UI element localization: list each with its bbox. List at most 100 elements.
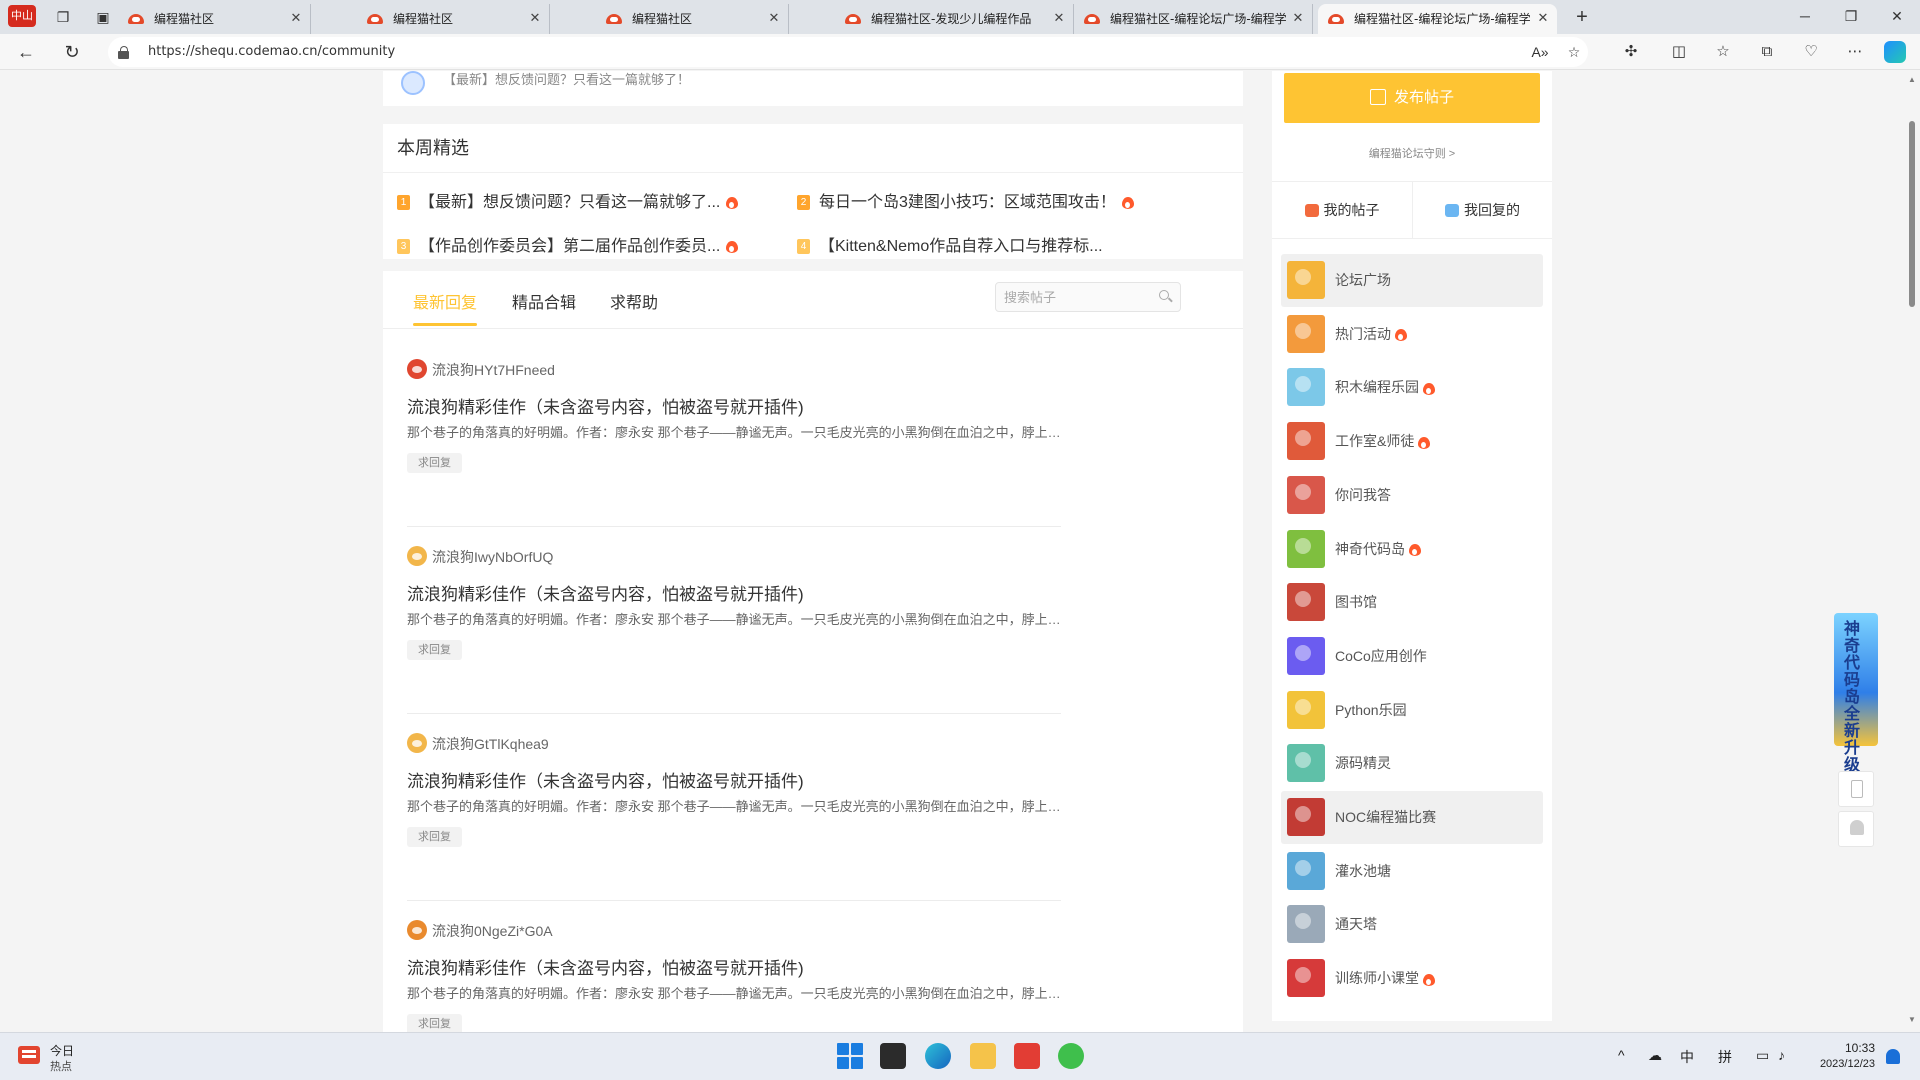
tab-close-icon[interactable]: ✕ xyxy=(766,4,782,34)
back-icon[interactable]: ← xyxy=(14,41,38,63)
file-explorer-icon[interactable] xyxy=(970,1043,996,1069)
post-title[interactable]: 流浪狗精彩佳作（未含盗号内容，怕被盗号就开插件) xyxy=(407,954,804,979)
new-tab-button[interactable]: + xyxy=(1570,6,1594,28)
post-author[interactable]: 流浪狗HYt7HFneed xyxy=(432,360,555,380)
browser-tab[interactable]: 编程猫社区-发现少儿编程作品 ✕ xyxy=(835,4,1074,34)
my-replies-link[interactable]: 我回复的 xyxy=(1412,182,1552,238)
scrollbar-thumb[interactable] xyxy=(1909,121,1915,307)
post-title[interactable]: 流浪狗精彩佳作（未含盗号内容，怕被盗号就开插件) xyxy=(407,580,804,605)
forum-item[interactable]: Python乐园 xyxy=(1281,684,1543,737)
more-menu-icon[interactable]: ⋯ xyxy=(1844,42,1866,62)
forum-item[interactable]: 神奇代码岛 xyxy=(1281,523,1543,576)
task-view-icon[interactable] xyxy=(880,1043,906,1069)
forum-item[interactable]: 灌水池塘 xyxy=(1281,845,1543,898)
network-icon[interactable]: ▭ xyxy=(1756,1047,1769,1064)
volume-icon[interactable]: ♪ xyxy=(1778,1047,1785,1063)
extensions-icon[interactable]: ✣ xyxy=(1620,42,1642,62)
promo-banner[interactable]: 神奇代码岛全新升级 xyxy=(1834,613,1878,774)
notification-button[interactable] xyxy=(1838,811,1874,847)
refresh-icon[interactable]: ↻ xyxy=(60,41,84,63)
tab-close-icon[interactable]: ✕ xyxy=(527,4,543,34)
favorite-star-icon[interactable]: ☆ xyxy=(1564,42,1584,62)
onedrive-icon[interactable]: ☁ xyxy=(1648,1047,1662,1064)
weekly-pick-item[interactable]: 2 每日一个岛3建图小技巧：区域范围攻击！ xyxy=(797,188,1134,212)
publish-post-button[interactable]: 发布帖子 xyxy=(1284,73,1540,123)
tab-help[interactable]: 求帮助 xyxy=(610,289,658,313)
post-title[interactable]: 流浪狗精彩佳作（未含盗号内容，怕被盗号就开插件) xyxy=(407,767,804,792)
browser-essentials-icon[interactable]: ♡ xyxy=(1800,42,1822,62)
browser-tab[interactable]: 编程猫社区-编程论坛广场-编程学 ✕ xyxy=(1074,4,1313,34)
forum-item[interactable]: 图书馆 xyxy=(1281,576,1543,629)
forum-rules-link[interactable]: 编程猫论坛守则 > xyxy=(1272,145,1552,161)
search-input[interactable] xyxy=(1004,283,1154,311)
address-bar[interactable]: https://shequ.codemao.cn/community A» ☆ xyxy=(108,37,1588,67)
forum-item[interactable]: 你问我答 xyxy=(1281,469,1543,522)
notification-center-icon[interactable] xyxy=(1886,1049,1900,1064)
favorites-icon[interactable]: ☆ xyxy=(1712,42,1734,62)
tab-actions-icon[interactable]: ▣ xyxy=(92,6,114,28)
copilot-icon[interactable] xyxy=(1884,41,1906,63)
avatar[interactable] xyxy=(407,920,427,940)
avatar[interactable] xyxy=(407,546,427,566)
forum-item[interactable]: 论坛广场 xyxy=(1281,254,1543,307)
post-item[interactable]: 流浪狗HYt7HFneed 流浪狗精彩佳作（未含盗号内容，怕被盗号就开插件) 那… xyxy=(407,341,1061,527)
page-scrollbar[interactable]: ▲ ▼ xyxy=(1904,71,1920,1032)
tray-overflow-icon[interactable]: ^ xyxy=(1618,1047,1625,1063)
tab-close-icon[interactable]: ✕ xyxy=(1290,4,1306,34)
restore-icon[interactable]: ❐ xyxy=(1828,0,1874,34)
post-author[interactable]: 流浪狗GtTlKqhea9 xyxy=(432,734,549,754)
browser-tab[interactable]: 编程猫社区 ✕ xyxy=(118,4,311,34)
read-aloud-icon[interactable]: A» xyxy=(1530,42,1550,62)
tab-latest-replies[interactable]: 最新回复 xyxy=(413,289,478,326)
collections-icon[interactable]: ⧉ xyxy=(1756,42,1778,62)
tab-featured[interactable]: 精品合辑 xyxy=(512,289,576,313)
post-author[interactable]: 流浪狗0NgeZi*G0A xyxy=(432,921,553,941)
news-widget-subtitle[interactable]: 热点 xyxy=(50,1058,72,1074)
news-widget-title[interactable]: 今日 xyxy=(50,1042,74,1059)
avatar[interactable] xyxy=(407,733,427,753)
ime-language[interactable]: 中 xyxy=(1680,1047,1694,1067)
minimize-icon[interactable]: ─ xyxy=(1782,0,1828,34)
wps-office-icon[interactable] xyxy=(1014,1043,1040,1069)
forum-item[interactable]: CoCo应用创作 xyxy=(1281,630,1543,683)
scroll-up-icon[interactable]: ▲ xyxy=(1907,75,1917,84)
weekly-pick-item[interactable]: 4 【Kitten&Nemo作品自荐入口与推荐标... xyxy=(797,232,1103,256)
search-icon[interactable] xyxy=(1159,290,1172,303)
post-item[interactable]: 流浪狗GtTlKqhea9 流浪狗精彩佳作（未含盗号内容，怕被盗号就开插件) 那… xyxy=(407,715,1061,901)
start-menu-icon[interactable] xyxy=(837,1043,863,1069)
close-window-icon[interactable]: ✕ xyxy=(1874,0,1920,34)
forum-item[interactable]: 源码精灵 xyxy=(1281,737,1543,790)
news-widget-icon[interactable] xyxy=(18,1046,40,1064)
tab-close-icon[interactable]: ✕ xyxy=(288,4,304,34)
forum-item[interactable]: 积木编程乐园 xyxy=(1281,361,1543,414)
url-text[interactable]: https://shequ.codemao.cn/community xyxy=(148,37,395,67)
app-badge-icon[interactable]: 中山 xyxy=(8,5,36,27)
forum-item[interactable]: NOC编程猫比赛 xyxy=(1281,791,1543,844)
lock-icon[interactable] xyxy=(118,46,130,59)
ime-mode[interactable]: 拼 xyxy=(1718,1047,1732,1067)
clock-time[interactable]: 10:33 xyxy=(1815,1041,1875,1055)
browser-tab-active[interactable]: 编程猫社区-编程论坛广场-编程学 ✕ xyxy=(1318,4,1557,34)
weekly-pick-item[interactable]: 3 【作品创作委员会】第二届作品创作委员... xyxy=(397,232,739,256)
forum-item[interactable]: 通天塔 xyxy=(1281,898,1543,951)
tab-close-icon[interactable]: ✕ xyxy=(1051,4,1067,34)
forum-item[interactable]: 训练师小课堂 xyxy=(1281,952,1543,1005)
my-posts-link[interactable]: 我的帖子 xyxy=(1272,182,1412,238)
forum-item[interactable]: 热门活动 xyxy=(1281,308,1543,361)
tab-close-icon[interactable]: ✕ xyxy=(1535,4,1551,34)
avatar[interactable] xyxy=(407,359,427,379)
weekly-pick-item[interactable]: 1 【最新】想反馈问题？只看这一篇就够了... xyxy=(397,188,739,212)
notice-text[interactable]: 【最新】想反馈问题？只看这一篇就够了！ xyxy=(443,71,690,89)
post-item[interactable]: 流浪狗IwyNbOrfUQ 流浪狗精彩佳作（未含盗号内容，怕被盗号就开插件) 那… xyxy=(407,528,1061,714)
post-author[interactable]: 流浪狗IwyNbOrfUQ xyxy=(432,547,553,567)
mobile-app-button[interactable] xyxy=(1838,771,1874,807)
split-screen-icon[interactable]: ◫ xyxy=(1668,42,1690,62)
browser-tab[interactable]: 编程猫社区 ✕ xyxy=(596,4,789,34)
forum-item[interactable]: 工作室&师徒 xyxy=(1281,415,1543,468)
wechat-icon[interactable] xyxy=(1058,1043,1084,1069)
post-title[interactable]: 流浪狗精彩佳作（未含盗号内容，怕被盗号就开插件) xyxy=(407,393,804,418)
workspaces-icon[interactable]: ❐ xyxy=(52,6,74,28)
edge-browser-icon[interactable] xyxy=(925,1043,951,1069)
clock-date[interactable]: 2023/12/23 xyxy=(1815,1058,1875,1070)
post-search[interactable] xyxy=(995,282,1181,312)
